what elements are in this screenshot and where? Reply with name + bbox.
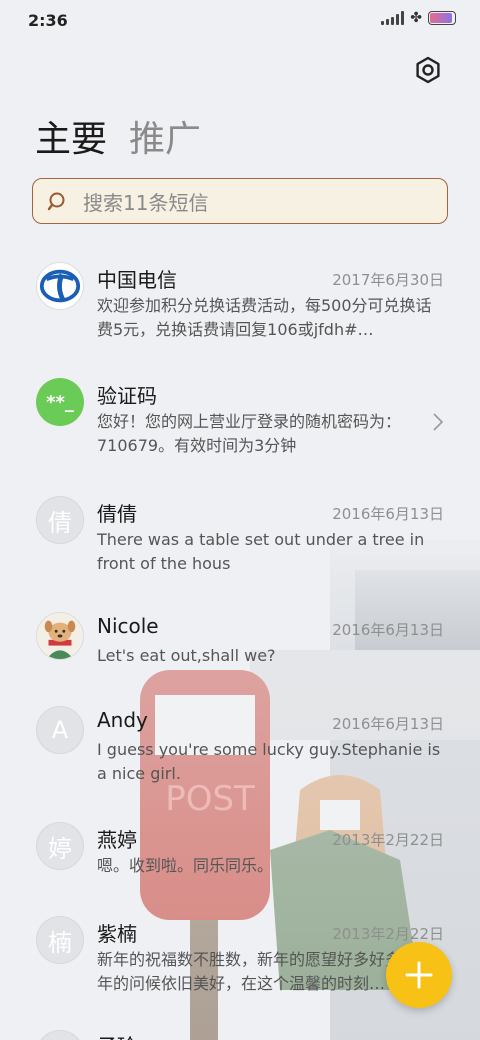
message-preview: 欢迎参加积分兑换话费活动，每500分可兑换话费5元，兑换话费请回复106或jfd… <box>97 296 432 339</box>
tab-primary[interactable]: 主要 <box>35 110 107 162</box>
search-placeholder: 搜索11条短信 <box>83 190 209 215</box>
tab-promotions[interactable]: 推广 <box>129 110 201 162</box>
avatar <box>36 262 84 310</box>
conversation-item[interactable]: 中国电信 2017年6月30日 欢迎参加积分兑换话费活动，每500分可兑换话费5… <box>0 260 480 370</box>
signal-icon <box>381 11 405 25</box>
message-preview: 嗯。收到啦。同乐同乐。 <box>97 856 274 875</box>
avatar: A <box>36 706 84 754</box>
message-preview: I guess you're some lucky guy.Stephanie … <box>97 740 441 783</box>
contact-name: Nicole <box>97 614 159 638</box>
avatar: 婷 <box>36 822 84 870</box>
message-date: 2016年6月13日 <box>332 621 444 639</box>
message-date: 2016年6月13日 <box>332 715 444 733</box>
message-preview: There was a table set out under a tree i… <box>97 530 425 573</box>
contact-name: 子玲 <box>97 1030 137 1040</box>
battery-icon <box>428 11 456 25</box>
conversation-item[interactable]: 婷 燕婷 2013年2月22日 嗯。收到啦。同乐同乐。 <box>0 820 480 910</box>
dog-illustration-icon <box>44 620 76 659</box>
avatar: **_ <box>36 378 84 426</box>
message-preview: 您好！您的网上营业厅登录的随机密码为：710679。有效时间为3分钟 <box>97 412 402 455</box>
status-icons: ✤ <box>381 10 456 26</box>
message-date: 2013年2月22日 <box>332 831 444 849</box>
message-preview: Let's eat out,shall we? <box>97 646 276 665</box>
conversation-item[interactable]: Nicole 2016年6月13日 Let's eat out,shall we… <box>0 610 480 700</box>
contact-name: 中国电信 <box>97 268 177 292</box>
avatar: 倩 <box>36 496 84 544</box>
china-telecom-logo-icon <box>39 269 81 303</box>
contact-name: 验证码 <box>97 384 157 408</box>
message-date: 2017年6月30日 <box>332 271 444 289</box>
clover-icon: ✤ <box>410 10 422 26</box>
plus-icon <box>405 961 433 989</box>
avatar: 玲 <box>36 1030 84 1040</box>
avatar: 楠 <box>36 916 84 964</box>
search-input[interactable]: 搜索11条短信 <box>32 178 448 224</box>
conversation-item[interactable]: 玲 子玲 <box>0 1028 480 1040</box>
contact-name: 燕婷 <box>97 828 137 852</box>
gear-icon[interactable] <box>414 56 442 84</box>
conversation-item[interactable]: 倩 倩倩 2016年6月13日 There was a table set ou… <box>0 494 480 604</box>
message-date: 2016年6月13日 <box>332 505 444 523</box>
message-date: 2013年2月22日 <box>332 925 444 943</box>
contact-name: 倩倩 <box>97 502 137 526</box>
conversation-item[interactable]: A Andy 2016年6月13日 I guess you're some lu… <box>0 704 480 814</box>
tab-bar: 主要 推广 <box>35 110 201 162</box>
contact-name: 紫楠 <box>97 922 137 946</box>
status-time: 2:36 <box>28 11 68 30</box>
chevron-right-icon[interactable] <box>432 412 444 432</box>
conversation-item[interactable]: **_ 验证码 您好！您的网上营业厅登录的随机密码为：710679。有效时间为3… <box>0 376 480 486</box>
status-bar: 2:36 ✤ <box>0 0 480 40</box>
new-message-button[interactable] <box>386 942 452 1008</box>
contact-name: Andy <box>97 708 148 732</box>
avatar <box>36 612 84 660</box>
search-icon <box>47 192 65 211</box>
